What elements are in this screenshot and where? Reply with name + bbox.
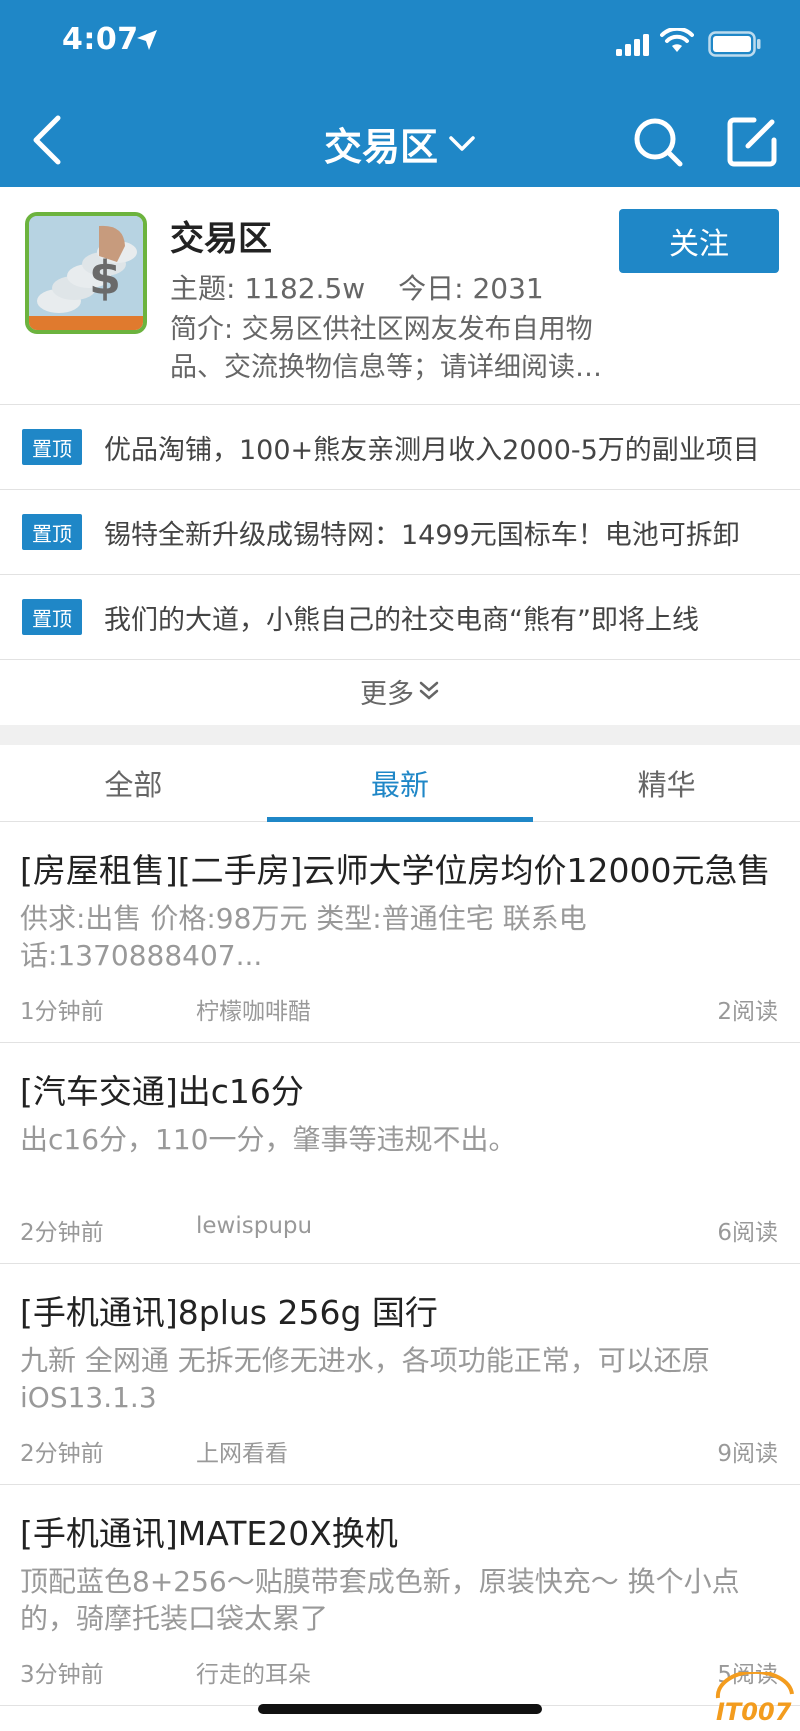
pinned-title: 优品淘铺，100+熊友亲测月收入2000-5万的副业项目 xyxy=(104,434,760,466)
forum-info-card: $ 交易区 主题: 1182.5w 今日: 2031 简介: 交易区供社区网友发… xyxy=(0,187,800,405)
post-excerpt: 顶配蓝色8+256～贴膜带套成色新，原装快充～ 换个小点的，骑摩托装口袋太累了 xyxy=(20,1565,740,1635)
follow-button[interactable]: 关注 xyxy=(619,209,779,273)
app-header: 4:07 交易区 xyxy=(0,0,800,187)
post-read-count: 6阅读 xyxy=(717,1220,778,1246)
post-read-count: 2阅读 xyxy=(717,999,778,1025)
post-item[interactable]: [房屋租售][二手房]云师大学位房均价12000元急售 供求:出售 价格:98万… xyxy=(0,822,800,1043)
section-divider xyxy=(0,725,800,745)
post-excerpt: 供求:出售 价格:98万元 类型:普通住宅 联系电话:1370888407... xyxy=(20,902,587,972)
post-excerpt: 九新 全网通 无拆无修无进水，各项功能正常，可以还原iOS13.1.3 xyxy=(20,1344,710,1414)
pinned-badge: 置顶 xyxy=(22,514,82,550)
post-title: [汽车交通]出c16分 xyxy=(20,1072,304,1111)
svg-text:$: $ xyxy=(89,251,121,305)
post-time: 2分钟前 xyxy=(20,1220,104,1246)
post-title: [手机通讯]MATE20X换机 xyxy=(20,1514,398,1553)
post-excerpt: 出c16分，110一分，肇事等违规不出。 xyxy=(20,1123,517,1156)
post-title: [手机通讯]8plus 256g 国行 xyxy=(20,1293,438,1332)
post-item[interactable]: [手机通讯]8plus 256g 国行 九新 全网通 无拆无修无进水，各项功能正… xyxy=(0,1264,800,1485)
pinned-item[interactable]: 置顶 我们的大道，小熊自己的社交电商“熊有”即将上线 xyxy=(0,575,800,660)
chevron-down-icon xyxy=(449,135,475,151)
post-read-count: 9阅读 xyxy=(717,1441,778,1467)
post-title: [房屋租售][二手房]云师大学位房均价12000元急售 xyxy=(20,851,771,890)
pinned-badge: 置顶 xyxy=(22,429,82,465)
pinned-item[interactable]: 置顶 锡特全新升级成锡特网：1499元国标车！电池可拆卸 xyxy=(0,490,800,575)
more-pinned-button[interactable]: 更多 xyxy=(0,660,800,722)
pinned-badge: 置顶 xyxy=(22,599,82,635)
post-author[interactable]: 行走的耳朵 xyxy=(196,1655,311,1689)
pinned-title: 锡特全新升级成锡特网：1499元国标车！电池可拆卸 xyxy=(104,519,740,551)
tab-bar: 全部 最新 精华 xyxy=(0,745,800,822)
today-count: 今日: 2031 xyxy=(398,272,544,305)
nav-title: 交易区 xyxy=(323,125,438,169)
pinned-list: 置顶 优品淘铺，100+熊友亲测月收入2000-5万的副业项目 置顶 锡特全新升… xyxy=(0,405,800,722)
tab-latest[interactable]: 最新 xyxy=(266,745,534,822)
search-icon[interactable] xyxy=(630,114,686,170)
tab-all[interactable]: 全部 xyxy=(0,745,267,821)
forum-switcher[interactable]: 交易区 xyxy=(324,116,476,171)
post-time: 2分钟前 xyxy=(20,1441,104,1467)
dollar-coins-icon: $ xyxy=(29,216,143,330)
double-chevron-down-icon xyxy=(419,681,439,700)
topic-count: 主题: 1182.5w xyxy=(170,272,366,305)
post-list: [房屋租售][二手房]云师大学位房均价12000元急售 供求:出售 价格:98万… xyxy=(0,822,800,1706)
forum-stats: 主题: 1182.5w 今日: 2031 xyxy=(170,267,568,307)
back-icon[interactable] xyxy=(28,112,68,168)
post-author[interactable]: lewispupu xyxy=(196,1213,312,1239)
forum-name: 交易区 xyxy=(170,219,272,259)
forum-logo: $ xyxy=(25,212,147,334)
tab-featured[interactable]: 精华 xyxy=(533,745,800,821)
home-indicator xyxy=(258,1704,542,1714)
pinned-item[interactable]: 置顶 优品淘铺，100+熊友亲测月收入2000-5万的副业项目 xyxy=(0,405,800,490)
cellular-signal-icon xyxy=(616,34,649,56)
post-time: 1分钟前 xyxy=(20,999,104,1025)
watermark-logo: IT007 xyxy=(715,1672,794,1726)
more-label: 更多 xyxy=(360,678,414,710)
location-arrow-icon xyxy=(137,30,157,50)
watermark-text: IT007 xyxy=(716,1698,792,1726)
status-time: 4:07 xyxy=(62,22,139,57)
wifi-icon xyxy=(660,28,694,52)
forum-description[interactable]: 简介: 交易区供社区网友发布自用物品、交流换物信息等；请详细阅读版规 xyxy=(170,311,620,387)
post-time: 3分钟前 xyxy=(20,1662,104,1688)
post-item[interactable]: [手机通讯]MATE20X换机 顶配蓝色8+256～贴膜带套成色新，原装快充～ … xyxy=(0,1485,800,1706)
post-author[interactable]: 柠檬咖啡醋 xyxy=(196,992,311,1026)
post-item[interactable]: [汽车交通]出c16分 出c16分，110一分，肇事等违规不出。 2分钟前 le… xyxy=(0,1043,800,1264)
pinned-title: 我们的大道，小熊自己的社交电商“熊有”即将上线 xyxy=(104,604,699,636)
battery-icon xyxy=(708,31,761,57)
compose-icon[interactable] xyxy=(724,114,780,170)
post-author[interactable]: 上网看看 xyxy=(196,1434,288,1468)
